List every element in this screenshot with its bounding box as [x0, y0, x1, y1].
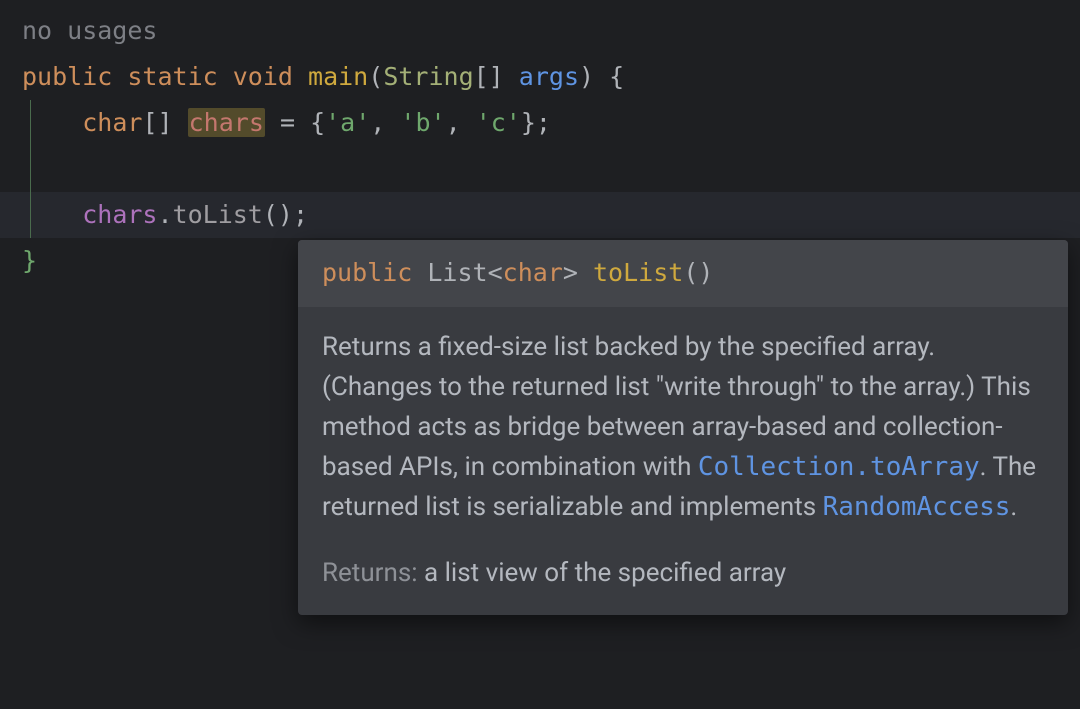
documentation-popup[interactable]: public List<char> toList() Returns a fix… — [298, 240, 1068, 615]
char-literal-c: 'c' — [476, 108, 521, 137]
sig-keyword-public: public — [322, 258, 412, 287]
sig-method-name: toList — [593, 258, 683, 287]
char-literal-a: 'a' — [325, 108, 370, 137]
indent-guide — [30, 192, 31, 238]
doc-text-3: . — [1010, 492, 1017, 522]
doc-link-collection-toarray[interactable]: Collection.toArray — [698, 452, 980, 482]
returns-text: a list view of the specified array — [418, 558, 787, 588]
comma: , — [370, 108, 385, 137]
keyword-public: public — [22, 62, 112, 91]
angle-close: > — [563, 258, 578, 287]
sig-generic-char: char — [503, 258, 563, 287]
doc-body: Returns a fixed-size list backed by the … — [298, 307, 1068, 549]
param-args: args — [519, 62, 579, 91]
semicolon: ; — [536, 108, 551, 137]
method-signature-line[interactable]: public static void main(String[] args) { — [0, 54, 1080, 100]
brace-open: { — [310, 108, 325, 137]
dot: . — [157, 200, 172, 229]
paren-close: ) — [698, 258, 713, 287]
paren-open: ( — [368, 62, 383, 91]
angle-open: < — [488, 258, 503, 287]
current-line[interactable]: chars.toList(); — [0, 192, 1080, 238]
paren-open: ( — [263, 200, 278, 229]
semicolon: ; — [293, 200, 308, 229]
var-decl-line[interactable]: char[] chars = {'a', 'b', 'c'}; — [0, 100, 1080, 146]
highlighted-symbol: chars — [188, 108, 265, 137]
sig-type-list: List — [427, 258, 487, 287]
paren-open: ( — [683, 258, 698, 287]
keyword-void: void — [233, 62, 293, 91]
doc-returns: Returns: a list view of the specified ar… — [298, 549, 1068, 615]
brace-close: } — [22, 246, 37, 275]
blank-line[interactable] — [0, 146, 1080, 192]
brackets: [] — [142, 108, 172, 137]
method-name-main: main — [308, 62, 368, 91]
paren-close: ) — [278, 200, 293, 229]
inlay-hint-line: no usages — [0, 8, 1080, 54]
code-editor[interactable]: no usages public static void main(String… — [0, 0, 1080, 709]
indent-guide — [30, 100, 31, 146]
paren-close: ) — [579, 62, 594, 91]
type-string: String — [383, 62, 473, 91]
comma: , — [446, 108, 461, 137]
brackets: [] — [474, 62, 504, 91]
brace-open: { — [609, 62, 624, 91]
keyword-char: char — [82, 108, 142, 137]
ref-chars: chars — [82, 200, 157, 229]
doc-signature: public List<char> toList() — [298, 240, 1068, 307]
indent-guide — [30, 146, 31, 192]
keyword-static: static — [127, 62, 217, 91]
char-literal-b: 'b' — [400, 108, 445, 137]
method-call-tolist: toList — [173, 200, 263, 229]
doc-link-randomaccess[interactable]: RandomAccess — [823, 492, 1011, 522]
returns-tag: Returns: — [322, 558, 418, 588]
local-var-chars: chars — [189, 108, 264, 137]
usages-hint: no usages — [22, 16, 157, 45]
equals: = — [280, 108, 295, 137]
brace-close: } — [521, 108, 536, 137]
